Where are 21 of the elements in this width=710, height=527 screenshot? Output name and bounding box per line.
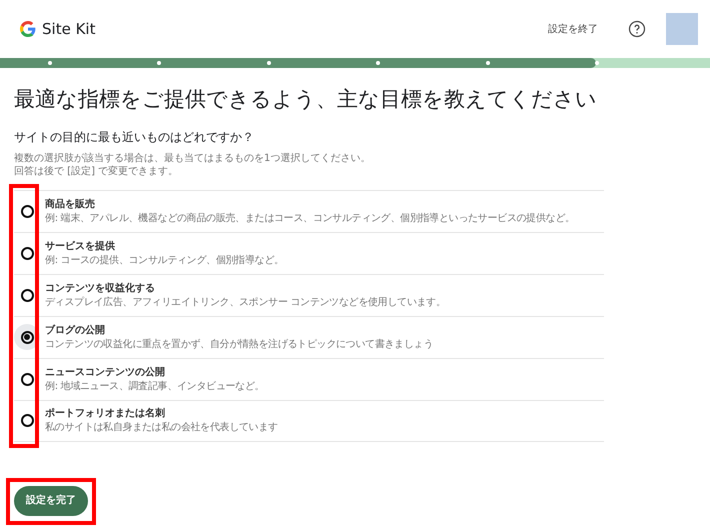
logo-text: Site Kit bbox=[42, 18, 96, 40]
help-text: 回答は後で [設定] で変更できます。 bbox=[14, 164, 180, 178]
option-label: サービスを提供 bbox=[45, 240, 116, 254]
exit-setup-link[interactable]: 設定を終了 bbox=[548, 22, 598, 36]
option-description: 例: 端末、アパレル、機器などの商品の販売、またはコース、コンサルティング、個別指導といったサービスの提供など。 bbox=[45, 212, 575, 224]
option-description: ディスプレイ広告、アフィリエイトリンク、スポンサー コンテンツなどを使用しています。 bbox=[45, 296, 446, 308]
option-label: ポートフォリオまたは名刺 bbox=[45, 407, 166, 421]
finish-setup-button[interactable]: 設定を完了 bbox=[14, 486, 88, 516]
google-logo-icon bbox=[20, 21, 36, 37]
option-label: ブログの公開 bbox=[45, 324, 106, 338]
option-label: 商品を販売 bbox=[45, 198, 96, 212]
help-icon[interactable] bbox=[628, 20, 646, 38]
help-text: 複数の選択肢が該当する場合は、最も当てはまるものを1つ選択してください。 bbox=[14, 152, 372, 164]
question-text: サイトの目的に最も近いものはどれですか？ bbox=[14, 128, 255, 146]
option-description: 例: コースの提供、コンサルティング、個別指導など。 bbox=[45, 254, 284, 266]
option-description: コンテンツの収益化に重点を置かず、自分が情熱を注げるトピックについて書きましょう bbox=[45, 338, 434, 350]
option-label: ニュースコンテンツの公開 bbox=[45, 366, 166, 380]
option-label: コンテンツを収益化する bbox=[45, 282, 156, 296]
page-title: 最適な指標をご提供できるよう、主な目標を教えてください bbox=[14, 86, 598, 113]
option-description: 私のサイトは私自身または私の会社を代表しています bbox=[45, 421, 278, 434]
option-description: 例: 地域ニュース、調査記事、インタビューなど。 bbox=[45, 380, 264, 392]
